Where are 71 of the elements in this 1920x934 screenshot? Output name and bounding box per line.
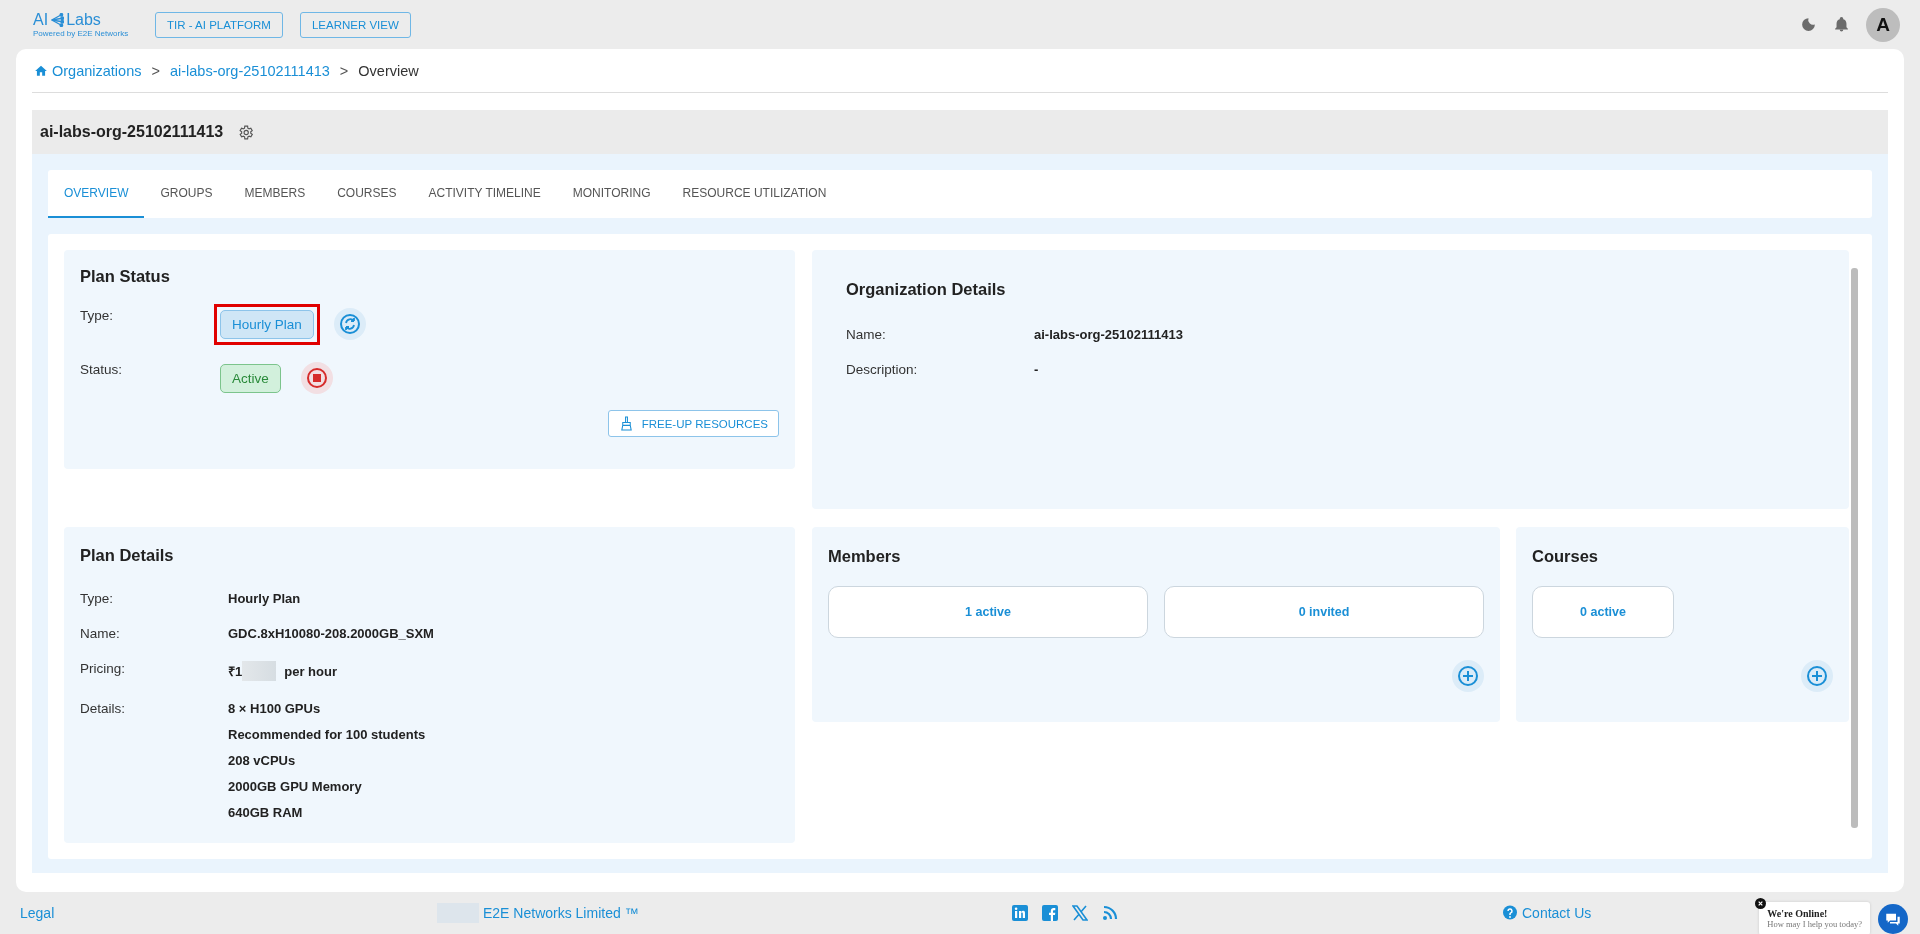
field-value: 8 × H100 GPUs [228, 701, 322, 716]
sync-icon[interactable] [333, 308, 366, 340]
breadcrumb-separator: > [339, 62, 349, 79]
x-logo-icon[interactable] [1072, 905, 1088, 921]
field-value: - [1034, 362, 1039, 377]
settings-icon[interactable] [237, 123, 255, 141]
tab[interactable]: RESOURCE UTILIZATION [666, 170, 843, 218]
status-badge: Active [220, 363, 281, 393]
chat-subtitle: How may I help you today? [1767, 919, 1862, 929]
breadcrumb-separator: > [151, 62, 160, 79]
tab[interactable]: MONITORING [556, 170, 667, 218]
nav-button[interactable]: TIR - AI PLATFORM [155, 11, 283, 38]
linkedin-icon[interactable] [1012, 905, 1028, 921]
scrollbar[interactable] [1851, 268, 1858, 828]
field-value: GDC.8xH10080-208.2000GB_SXM [228, 626, 434, 641]
free-up-resources-button[interactable]: FREE-UP RESOURCES [607, 410, 779, 437]
stat-tile[interactable]: 0 active [1532, 586, 1674, 638]
breadcrumb-link[interactable]: Organizations [52, 62, 142, 79]
field-value: Recommended for 100 students [228, 727, 426, 742]
legal-link[interactable]: Legal [20, 905, 437, 921]
nav-button[interactable]: LEARNER VIEW [299, 11, 411, 38]
contact-us-link[interactable]: Contact Us [1522, 905, 1592, 921]
logo-text: AI [33, 11, 49, 29]
card-title: Members [828, 547, 902, 566]
field-label: Details: [80, 701, 126, 718]
field-value: 208 vCPUs [228, 753, 297, 768]
field-label: Type: [80, 308, 115, 323]
rss-icon[interactable] [1102, 905, 1118, 921]
tab[interactable]: GROUPS [144, 170, 229, 218]
card-title: Plan Details [80, 546, 175, 565]
stop-icon[interactable] [300, 362, 333, 394]
add-icon[interactable] [1801, 660, 1833, 692]
broom-icon [618, 416, 634, 431]
stat-tile[interactable]: 1 active [828, 586, 1148, 638]
plan-type-badge: Hourly Plan [220, 309, 314, 339]
card-title: Courses [1532, 547, 1600, 566]
copyright-text: E2E Networks Limited ™ [483, 905, 639, 921]
tab[interactable]: MEMBERS [228, 170, 322, 218]
chat-title: We're Online! [1767, 908, 1829, 919]
user-avatar[interactable]: A [1866, 7, 1900, 42]
close-icon[interactable] [1755, 898, 1767, 909]
org-title: ai-labs-org-25102111413 [40, 123, 224, 141]
card-title: Plan Status [80, 267, 171, 286]
field-value: Hourly Plan [228, 591, 301, 606]
field-label: Type: [80, 591, 115, 606]
field-value: ai-labs-org-25102111413 [1034, 327, 1183, 342]
logo-text: Labs [66, 11, 101, 29]
field-value: per hour [284, 663, 337, 679]
tab[interactable]: COURSES [321, 170, 413, 218]
field-label: Description: [846, 362, 919, 377]
field-value: ₹1 [228, 663, 243, 680]
stat-tile[interactable]: 0 invited [1164, 586, 1484, 638]
help-icon [1502, 905, 1518, 921]
field-value: 640GB RAM [228, 805, 304, 820]
card-title: Organization Details [846, 280, 1007, 299]
field-label: Name: [80, 626, 121, 641]
tab[interactable]: ACTIVITY TIMELINE [412, 170, 557, 218]
add-icon[interactable] [1452, 660, 1484, 692]
home-icon [34, 63, 48, 78]
chat-icon[interactable] [1878, 903, 1908, 934]
field-label: Name: [846, 327, 887, 342]
facebook-icon[interactable] [1042, 905, 1058, 921]
moon-icon[interactable] [1800, 16, 1817, 33]
field-label: Status: [80, 362, 124, 377]
tab[interactable]: OVERVIEW [48, 170, 145, 218]
breadcrumb-link[interactable]: ai-labs-org-25102111413 [169, 62, 330, 79]
network-logo-icon [50, 13, 65, 27]
notification-bell-icon[interactable] [1833, 16, 1850, 33]
field-value: 2000GB GPU Memory [228, 779, 363, 794]
field-label: Pricing: [80, 661, 126, 678]
logo-tagline: Powered by E2E Networks [33, 29, 130, 38]
